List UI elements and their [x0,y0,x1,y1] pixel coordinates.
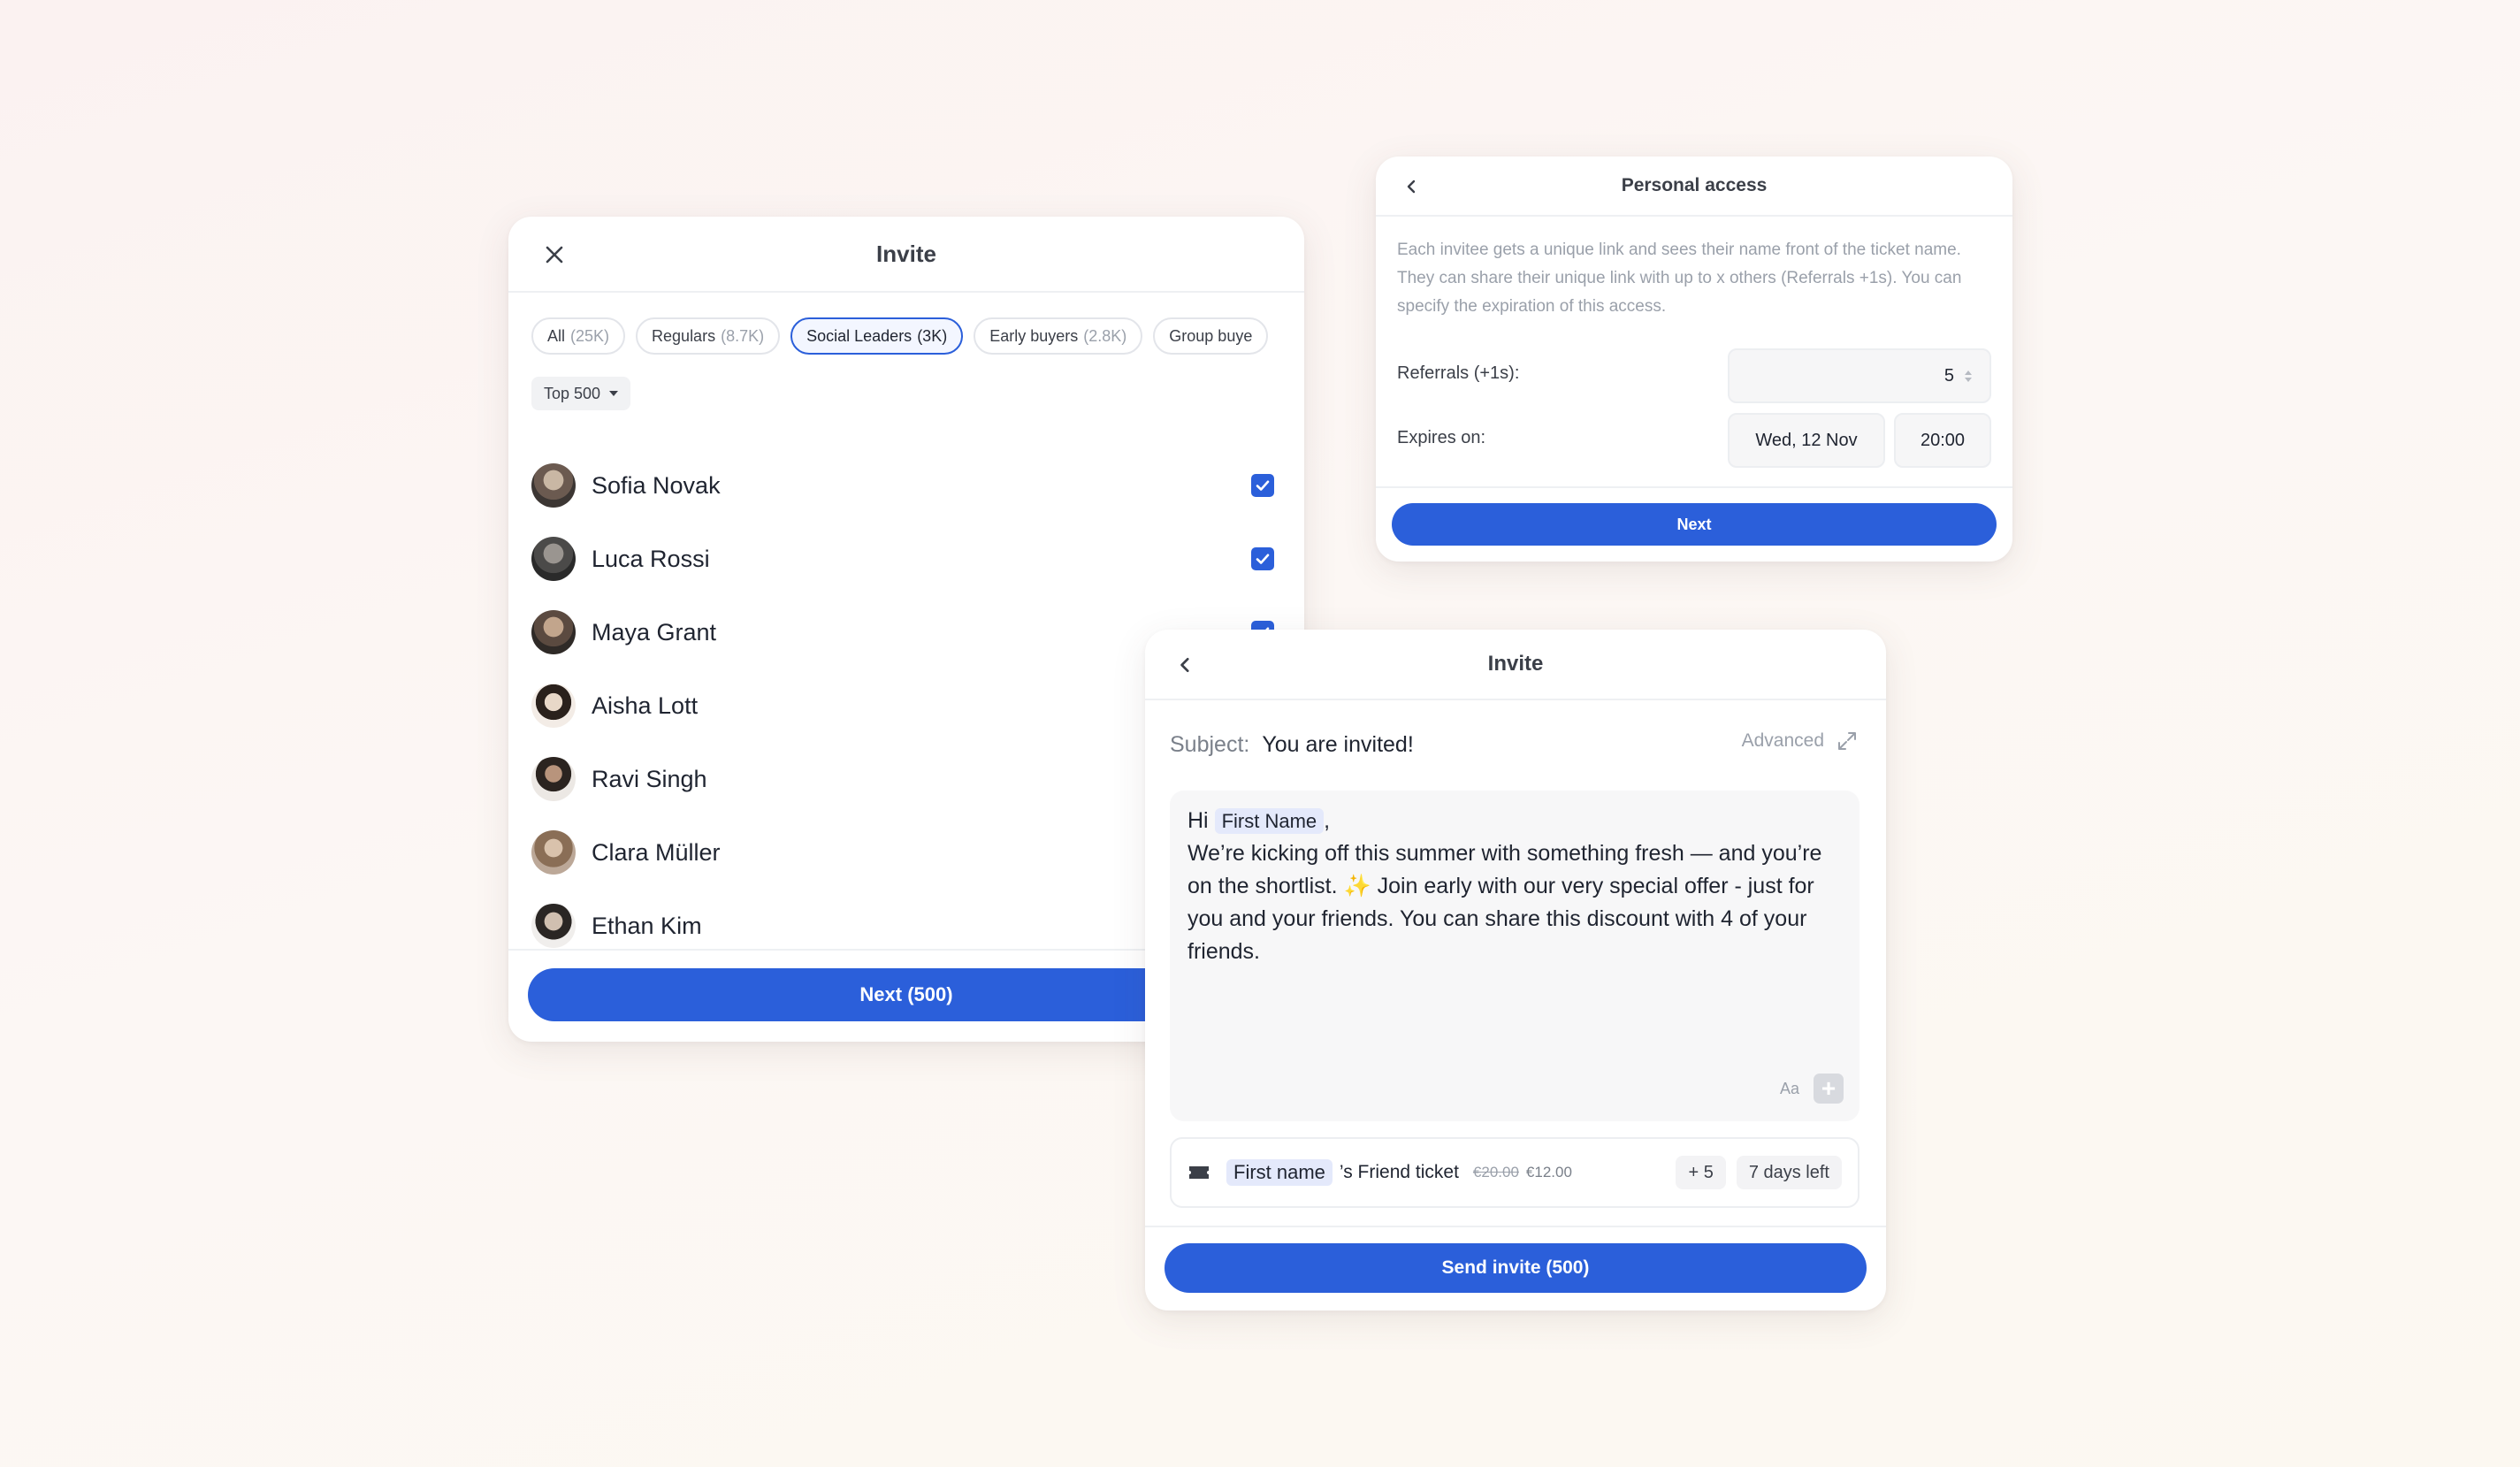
person-name: Ravi Singh [592,765,707,792]
invite-list-title: Invite [876,240,936,267]
send-invite-button[interactable]: Send invite (500) [1165,1243,1867,1293]
editor-toolbar: Aa + [1780,1074,1844,1104]
person-name: Luca Rossi [592,545,710,572]
person-name: Aisha Lott [592,691,699,719]
invite-list-header: Invite [508,217,1304,293]
avatar [531,904,576,948]
message-editor[interactable]: Hi First Name, We’re kicking off this su… [1170,791,1859,1121]
audience-filter-chips: All (25K) Regulars (8.7K) Social Leaders (3… [531,317,1269,355]
check-icon [1256,554,1270,564]
person-name: Maya Grant [592,618,717,646]
caret-down-icon [609,391,619,396]
expires-time-field[interactable]: 20:00 [1894,413,1991,468]
chip-regulars[interactable]: Regulars (8.7K) [636,317,781,355]
select-checkbox[interactable] [1251,547,1274,570]
personal-access-card: Personal access Each invitee gets a uniq… [1376,157,2012,562]
add-button[interactable]: + [1814,1074,1844,1104]
chip-label: Social Leaders [806,326,913,345]
sparkles-icon: ✨ [1343,874,1371,898]
chip-all[interactable]: All (25K) [531,317,626,355]
back-button[interactable] [1397,172,1427,202]
comma-text: , [1324,808,1331,833]
personal-access-description: Each invitee gets a unique link and sees… [1397,241,1962,316]
personal-access-title: Personal access [1621,175,1768,195]
expires-label: Expires on: [1397,428,1486,447]
back-button[interactable] [1170,649,1202,681]
chip-social-leaders[interactable]: Social Leaders (3K) [790,317,964,355]
close-icon [546,246,563,264]
first-name-token[interactable]: First Name [1214,808,1325,834]
invite-compose-title: Invite [1487,652,1544,676]
close-button[interactable] [537,237,572,272]
top-filter-dropdown[interactable]: Top 500 [531,377,631,410]
chip-count: (2.8K) [1083,326,1127,345]
message-body[interactable]: Hi First Name, We’re kicking off this su… [1187,805,1842,968]
chip-count: (8.7K) [721,326,765,345]
greeting-text: Hi [1187,808,1209,833]
chip-count: (3K) [917,326,948,345]
advanced-label: Advanced [1741,730,1824,751]
expires-date-field[interactable]: Wed, 12 Nov [1728,413,1885,468]
referrals-badge[interactable]: + 5 [1676,1156,1726,1189]
referrals-label: Referrals (+1s): [1397,363,1520,383]
avatar [531,610,576,654]
expand-icon [1838,732,1856,750]
stepper-arrows-icon[interactable] [1965,370,1972,382]
advanced-button[interactable]: Advanced [1742,730,1858,752]
referrals-stepper[interactable]: 5 [1728,348,1991,403]
referrals-value: 5 [1943,365,1954,386]
ticket-icon [1189,1166,1209,1179]
chevron-left-icon [1407,180,1416,194]
person-name: Clara Müller [592,838,721,866]
avatar [531,757,576,801]
subject-value[interactable]: You are invited! [1262,732,1413,758]
avatar [531,684,576,728]
list-item[interactable]: Luca Rossi [531,534,1274,584]
chevron-left-icon [1180,658,1189,672]
chip-early-buyers[interactable]: Early buyers (2.8K) [974,317,1143,355]
subject-label: Subject: [1170,732,1250,757]
chip-label: All [547,326,566,345]
ticket-name: ’s Friend ticket [1339,1162,1459,1182]
chip-label: Early buyers [989,326,1079,345]
check-icon [1256,480,1270,491]
first-name-token[interactable]: First name [1226,1159,1333,1186]
chip-label: Regulars [652,326,716,345]
chip-group-buyers[interactable]: Group buye [1153,317,1269,355]
old-price: €20.00 [1472,1164,1519,1180]
avatar [531,463,576,508]
divider [1376,486,2012,488]
days-left-badge[interactable]: 7 days left [1736,1156,1842,1189]
divider [1145,1226,1886,1227]
personal-access-header: Personal access [1376,157,2012,217]
invite-compose-card: Invite Subject: You are invited! Advance… [1145,630,1886,1310]
person-name: Sofia Novak [592,471,721,499]
person-name: Ethan Kim [592,912,702,939]
top-filter-value: Top 500 [544,384,601,402]
text-format-button[interactable]: Aa [1780,1080,1799,1098]
invite-compose-header: Invite [1145,630,1886,700]
subject-row[interactable]: Subject: You are invited! [1170,732,1414,758]
list-item[interactable]: Sofia Novak [531,461,1274,510]
avatar [531,830,576,875]
chip-count: (25K) [570,326,610,345]
ticket-row[interactable]: First name ’s Friend ticket €20.00 €12.0… [1170,1137,1859,1208]
select-checkbox[interactable] [1251,474,1274,497]
chip-label: Group buye [1169,326,1253,345]
next-button[interactable]: Next [1392,503,1997,546]
new-price: €12.00 [1525,1164,1572,1180]
avatar [531,537,576,581]
